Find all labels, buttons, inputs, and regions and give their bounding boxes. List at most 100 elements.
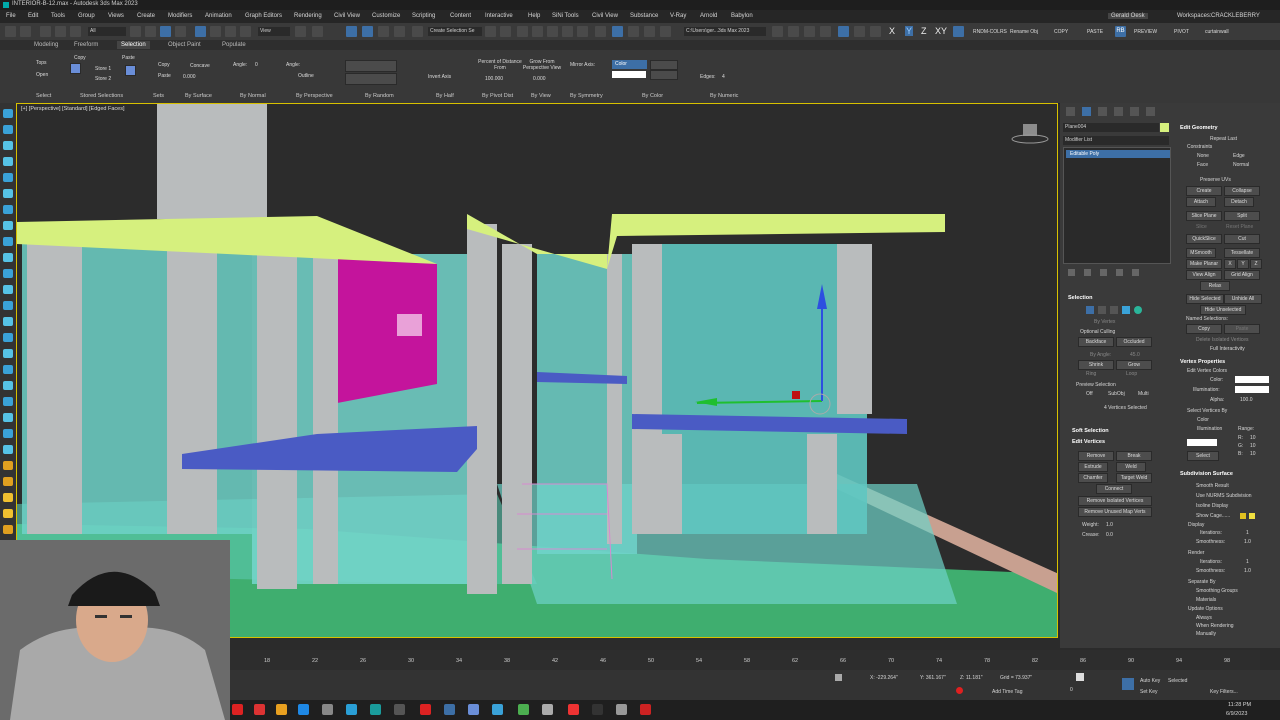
undo-icon[interactable] [5,26,16,37]
light-icon[interactable] [3,269,13,278]
ribbon-edges-value[interactable]: 4 [722,74,725,80]
taskbar-date[interactable]: 6/9/2023 [1226,711,1247,717]
add-time-tag-button[interactable]: Add Time Tag [992,689,1022,695]
menu-views[interactable]: Views [108,13,124,19]
create-text-icon[interactable] [3,253,13,262]
angle-snap-icon[interactable] [362,26,373,37]
app-icon[interactable] [394,704,405,715]
unhide-all-button[interactable]: Unhide All [1224,294,1262,304]
object-name-field[interactable]: Plane004 [1063,123,1159,132]
zoom-extents-icon[interactable] [854,26,865,37]
hide-selected-button[interactable]: Hide Selected [1186,294,1224,304]
render-production-icon[interactable] [644,26,655,37]
store-selection-icon[interactable] [70,63,81,74]
ribbon-outline[interactable]: Outline [298,73,314,79]
grid-align-button[interactable]: Grid Align [1224,270,1260,280]
materials-checkbox[interactable]: Materials [1196,597,1216,603]
preview-off-radio[interactable]: Off [1086,391,1093,397]
constraint-edge-radio[interactable]: Edge [1233,153,1245,159]
render-setup-icon[interactable] [612,26,623,37]
element-mode-icon[interactable] [1134,306,1142,314]
menu-content[interactable]: Content [450,13,471,19]
3dsmax-icon[interactable] [370,704,381,715]
taskbar-time[interactable]: 11:28 PM [1228,702,1251,708]
smooth-result-checkbox[interactable]: Smooth Result [1196,483,1229,489]
ribbon-open[interactable]: Open [36,72,48,78]
modify-tab-icon[interactable] [1082,107,1091,116]
paste-selection-icon[interactable] [125,65,136,76]
isoline-display-checkbox[interactable]: Isoline Display [1196,503,1228,509]
menu-scripting[interactable]: Scripting [412,13,435,19]
menu-group[interactable]: Group [78,13,95,19]
set-key-button[interactable]: Set Key [1140,689,1158,695]
chamfer-button[interactable]: Chamfer [1078,473,1108,483]
menu-file[interactable]: File [6,13,16,19]
show-end-result-icon[interactable] [1084,269,1091,276]
motion-tab-icon[interactable] [1114,107,1123,116]
vertex-mode-icon[interactable] [1086,306,1094,314]
window-icon[interactable] [3,445,13,454]
vertex-properties-rollout[interactable]: Vertex Properties [1180,359,1225,365]
selection-filter[interactable]: All [88,27,126,36]
named-paste-button[interactable]: Paste [1224,324,1260,334]
axis-constraint-toggle-icon[interactable] [953,26,964,37]
app-icon[interactable] [346,704,357,715]
preserve-uvs-checkbox[interactable]: Preserve UVs [1200,177,1231,183]
ribbon-grow-value[interactable]: 0.000 [533,76,546,82]
preview-multi-radio[interactable]: Multi [1138,391,1149,397]
edit-geometry-rollout[interactable]: Edit Geometry [1180,125,1218,131]
tab-selection[interactable]: Selection [117,41,150,49]
cage-color-2[interactable] [1249,513,1255,519]
viewport-layout-icon[interactable] [838,26,849,37]
spacewarp-icon[interactable] [3,317,13,326]
full-interactivity-checkbox[interactable]: Full Interactivity [1210,346,1245,352]
select-icon[interactable] [3,109,13,118]
ribbon-store1[interactable]: Store 1 [95,66,111,72]
range-r-value[interactable]: 10 [1250,435,1256,441]
random-percent-field[interactable] [345,60,397,72]
coord-z[interactable]: Z: 11.181" [960,675,983,681]
slice-button[interactable]: Slice [1196,224,1207,230]
app-icon[interactable] [568,704,579,715]
timeline-track[interactable]: 14 18 22 26 30 34 38 42 46 50 54 58 62 6… [200,650,1260,670]
menu-animation[interactable]: Animation [205,13,232,19]
project-path[interactable]: C:\Users\ger...3ds Max 2023 [684,27,766,36]
create-sphere-icon[interactable] [3,189,13,198]
group-stored-selections[interactable]: Stored Selections [80,93,123,99]
menu-customize[interactable]: Customize [372,13,400,19]
update-when-rendering-radio[interactable]: When Rendering [1196,623,1234,629]
illumination-swatch[interactable] [1235,386,1269,393]
menu-interactive[interactable]: Interactive [485,13,513,19]
display-iterations-value[interactable]: 1 [1246,530,1249,536]
cage-color-1[interactable] [1240,513,1246,519]
quickslice-button[interactable]: QuickSlice [1186,234,1222,244]
menu-arnold[interactable]: Arnold [700,13,717,19]
lock-icon[interactable] [835,674,842,681]
menu-graph-editors[interactable]: Graph Editors [245,13,282,19]
ribbon-invert-axis[interactable]: Invert Axis [428,74,451,80]
menu-edit[interactable]: Edit [28,13,38,19]
edit-named-selection-icon[interactable] [412,26,423,37]
render-online-icon[interactable] [660,26,671,37]
menu-civil-view-2[interactable]: Civil View [592,13,618,19]
selected-dropdown[interactable]: Selected [1168,678,1187,684]
reset-plane-button[interactable]: Reset Plane [1226,224,1253,230]
select-by-color-radio[interactable]: Color [1197,417,1209,423]
connect-button[interactable]: Connect [1096,484,1132,494]
ribbon-sets-copy[interactable]: Copy [158,62,170,68]
target-weld-button[interactable]: Target Weld [1116,473,1152,483]
patch-icon[interactable] [3,397,13,406]
polygon-mode-icon[interactable] [1122,306,1130,314]
tab-modeling[interactable]: Modeling [30,41,62,49]
color-r-field[interactable] [650,60,678,70]
repeat-last-button[interactable]: Repeat Last [1210,136,1237,142]
utilities-tab-icon[interactable] [1146,107,1155,116]
detach-button[interactable]: Detach [1224,197,1254,207]
script-button-rndm-colrs[interactable]: RNDM-COLRS [973,29,1007,35]
split-button[interactable]: Split [1224,211,1260,221]
slice-plane-button[interactable]: Slice Plane [1186,211,1222,221]
spinner-snap-icon[interactable] [394,26,405,37]
border-mode-icon[interactable] [1110,306,1118,314]
bind-spacewarp-icon[interactable] [70,26,81,37]
ribbon-angle-value[interactable]: 0 [255,62,258,68]
